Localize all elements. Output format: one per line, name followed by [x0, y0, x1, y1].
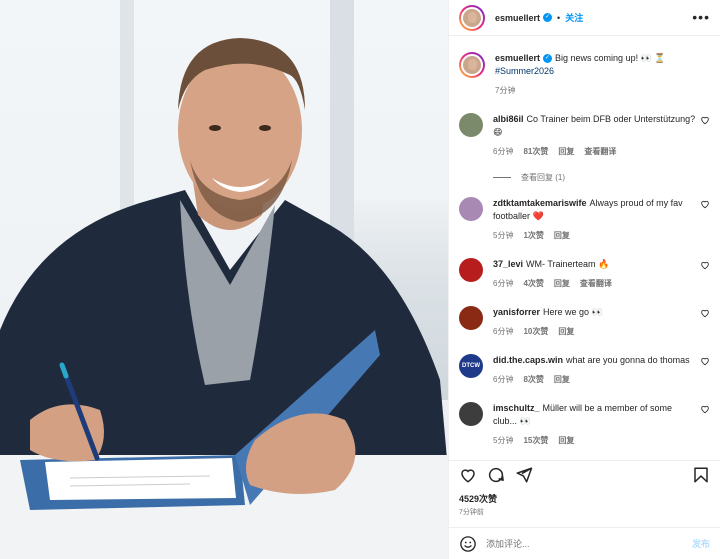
comment-text: WM- Trainerteam 🔥: [526, 259, 610, 269]
hashtag-link[interactable]: #Summer2026: [495, 66, 554, 76]
comment-likes[interactable]: 8次赞: [523, 373, 543, 386]
heart-icon[interactable]: [700, 199, 710, 209]
translate-button[interactable]: 查看翻译: [580, 277, 612, 290]
post-actions: [449, 460, 720, 488]
avatar[interactable]: [459, 113, 483, 137]
header-username[interactable]: esmuellert: [495, 13, 540, 23]
posted-time: 7分钟前: [459, 509, 484, 516]
comment-text: what are you gonna do thomas: [566, 355, 690, 365]
comment-likes[interactable]: 4次赞: [523, 277, 543, 290]
comment-input[interactable]: [486, 538, 692, 549]
comment-username[interactable]: imschultz_: [493, 403, 540, 413]
comment-time: 5分钟: [493, 436, 514, 445]
reply-button[interactable]: 回复: [558, 434, 574, 447]
comment-time: 6分钟: [493, 327, 514, 336]
avatar[interactable]: [459, 306, 483, 330]
heart-icon[interactable]: [459, 466, 477, 484]
more-options-icon[interactable]: •••: [692, 10, 710, 24]
comment-item: 37_levi WM- Trainerteam 🔥 6分钟 4次赞 回复 查看翻译: [459, 258, 710, 290]
comment-time: 5分钟: [493, 231, 514, 240]
comment-username[interactable]: did.the.caps.win: [493, 355, 563, 365]
heart-icon[interactable]: [700, 260, 710, 270]
avatar[interactable]: [459, 4, 485, 31]
comment-likes[interactable]: 81次赞: [523, 145, 548, 158]
comment-text: Here we go 👀: [543, 307, 603, 317]
post-comment-button[interactable]: 发布: [692, 537, 710, 550]
heart-icon[interactable]: [700, 308, 710, 318]
comment-item: zdtktamtakemariswife Always proud of my f…: [459, 197, 710, 242]
caption: esmuellert ✓ Big news coming up! 👀 ⏳ #Summ…: [459, 52, 710, 97]
heart-icon[interactable]: [700, 115, 710, 125]
caption-username[interactable]: esmuellert: [495, 53, 540, 63]
comment-time: 6分钟: [493, 279, 514, 288]
comment-username[interactable]: yanisforrer: [493, 307, 540, 317]
caption-text: Big news coming up! 👀 ⏳: [555, 53, 666, 63]
avatar[interactable]: [459, 402, 483, 426]
comment-item: albi86il Co Trainer beim DFB oder Unterst…: [459, 113, 710, 158]
reply-button[interactable]: 回复: [558, 145, 574, 158]
view-replies-label: 查看回复 (1): [521, 173, 565, 182]
heart-icon[interactable]: [700, 356, 710, 366]
reply-button[interactable]: 回复: [554, 229, 570, 242]
bookmark-icon[interactable]: [692, 466, 710, 484]
reply-button[interactable]: 回复: [558, 325, 574, 338]
comment-time: 6分钟: [493, 147, 514, 156]
comment-item: yanisforrer Here we go 👀 6分钟 10次赞 回复: [459, 306, 710, 338]
post-side-panel: esmuellert ✓ • 关注 ••• esmuellert ✓ Big new…: [448, 0, 720, 559]
caption-time: 7分钟: [495, 86, 516, 95]
comment-username[interactable]: zdtktamtakemariswife: [493, 198, 587, 208]
emoji-icon[interactable]: [459, 535, 477, 553]
reply-button[interactable]: 回复: [554, 277, 570, 290]
comment-likes[interactable]: 1次赞: [523, 229, 543, 242]
avatar[interactable]: [459, 258, 483, 282]
comment-username[interactable]: 37_levi: [493, 259, 523, 269]
follow-button[interactable]: 关注: [565, 11, 583, 24]
verified-icon: ✓: [543, 54, 553, 64]
avatar[interactable]: [459, 197, 483, 221]
avatar-logo-text: DTCW: [462, 363, 480, 369]
avatar[interactable]: DTCW: [459, 354, 483, 378]
comment-item: DTCW did.the.caps.win what are you gonna …: [459, 354, 710, 386]
view-replies-button[interactable]: 查看回复 (1): [493, 172, 710, 183]
verified-icon: ✓: [543, 13, 553, 22]
man-signing-illustration: [0, 38, 448, 559]
post-image[interactable]: [0, 0, 448, 559]
separator-dot: •: [557, 12, 561, 23]
comment-likes[interactable]: 15次赞: [523, 434, 548, 447]
likes-count[interactable]: 4529次赞: [459, 492, 497, 505]
heart-icon[interactable]: [700, 404, 710, 414]
share-icon[interactable]: [515, 466, 533, 484]
reply-button[interactable]: 回复: [554, 373, 570, 386]
divider: [493, 177, 511, 178]
comment-username[interactable]: albi86il: [493, 114, 524, 124]
avatar[interactable]: [459, 52, 485, 78]
post-header: esmuellert ✓ • 关注 •••: [449, 0, 720, 36]
comment-time: 6分钟: [493, 375, 514, 384]
comments-list[interactable]: esmuellert ✓ Big news coming up! 👀 ⏳ #Summ…: [449, 36, 720, 460]
comment-item: imschultz_ Müller will be a member of som…: [459, 402, 710, 447]
translate-button[interactable]: 查看翻译: [584, 145, 616, 158]
comment-likes[interactable]: 10次赞: [523, 325, 548, 338]
add-comment-bar: 发布: [449, 527, 720, 559]
comment-icon[interactable]: [487, 466, 505, 484]
